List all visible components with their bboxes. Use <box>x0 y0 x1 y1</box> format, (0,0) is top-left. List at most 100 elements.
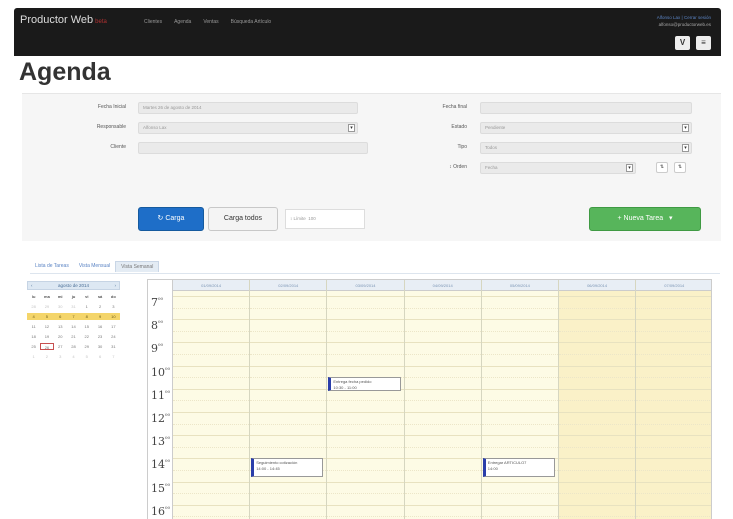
mini-calendar-day[interactable]: 12 <box>40 323 53 330</box>
tab-vista-mensual[interactable]: Vista Mensual <box>74 261 115 272</box>
hour-gridline <box>250 435 327 437</box>
cargar-button[interactable]: ↻ Carga <box>138 207 204 231</box>
limit-field[interactable]: ↕ Límite 100 <box>285 209 365 229</box>
mini-calendar-day[interactable]: 30 <box>93 343 106 350</box>
calendar-event[interactable]: Seguimiento cotización 14:00 - 14:45 <box>251 458 324 477</box>
day-slots[interactable] <box>559 291 636 519</box>
mini-calendar-day[interactable]: 17 <box>107 323 120 330</box>
mini-calendar-day[interactable]: 2 <box>93 303 106 310</box>
mini-calendar-day[interactable]: 29 <box>80 343 93 350</box>
hour-gridline <box>173 388 250 390</box>
mini-calendar-day[interactable]: 31 <box>107 343 120 350</box>
tipo-select[interactable]: Todos ▾ <box>480 142 692 154</box>
nav-item-clientes[interactable]: Clientes <box>144 19 162 25</box>
mini-calendar-day[interactable]: 5 <box>80 353 93 360</box>
tab-lista-tareas[interactable]: Lista de Tareas <box>30 261 74 272</box>
half-hour-gridline <box>636 470 711 471</box>
mini-calendar-day[interactable]: 2 <box>40 353 53 360</box>
user-session-link[interactable]: Alfonso Lax | Cerrar sesión <box>657 14 711 21</box>
fecha-inicial-input[interactable]: Martes 26 de agosto de 2014 <box>138 102 358 114</box>
responsable-select[interactable]: Alfonso Lax ▾ <box>138 122 358 134</box>
day-header: 02/09/2014 <box>250 280 327 291</box>
day-slots[interactable] <box>481 291 558 519</box>
chevron-left-icon[interactable]: ‹ <box>31 283 33 288</box>
nueva-tarea-button[interactable]: + Nueva Tarea ▾ <box>589 207 701 231</box>
day-header: 04/09/2014 <box>404 280 481 291</box>
half-hour-gridline <box>250 493 327 495</box>
cliente-input[interactable] <box>138 142 368 154</box>
day-slots[interactable] <box>636 291 711 519</box>
mini-calendar-day[interactable]: 26 <box>40 343 54 350</box>
mini-calendar-day[interactable]: 6 <box>93 353 106 360</box>
mini-calendar-day[interactable]: 19 <box>40 333 53 340</box>
half-hour-gridline <box>636 354 711 355</box>
orden-select[interactable]: Fecha ▾ <box>480 162 636 174</box>
mini-calendar-day[interactable]: 11 <box>27 323 40 330</box>
mini-calendar-day[interactable]: 3 <box>107 303 120 310</box>
brand-logo[interactable]: Productor Web beta <box>20 14 107 26</box>
mini-calendar-day[interactable]: 9 <box>93 313 107 320</box>
hour-gridline <box>327 412 404 413</box>
mini-calendar-day[interactable]: 1 <box>80 303 93 310</box>
calendar-event[interactable]: Entregar ARTICULO7 14:00 <box>482 458 555 477</box>
half-hour-gridline <box>327 354 404 355</box>
mini-calendar-day[interactable]: 30 <box>54 303 67 310</box>
half-hour-gridline <box>636 400 711 402</box>
chevron-down-icon: ▾ <box>348 124 355 132</box>
hour-label: 1000 <box>151 365 171 379</box>
mini-calendar-day[interactable]: 20 <box>54 333 67 340</box>
tab-vista-semanal[interactable]: Vista Semanal <box>115 261 160 272</box>
mini-calendar-day[interactable]: 1 <box>27 353 40 360</box>
mini-calendar-day[interactable]: 21 <box>67 333 80 340</box>
hour-gridline <box>404 296 481 297</box>
mini-calendar-day[interactable]: 14 <box>67 323 80 330</box>
hour-gridline <box>559 458 636 460</box>
menu-icon[interactable]: ≡ <box>696 36 711 50</box>
half-hour-gridline <box>404 446 481 448</box>
mini-calendar-day[interactable]: 27 <box>54 343 67 350</box>
mini-calendar-day[interactable]: 4 <box>27 313 41 320</box>
half-hour-gridline <box>327 400 404 402</box>
half-hour-gridline <box>559 516 636 518</box>
day-slots[interactable] <box>327 291 404 519</box>
mini-calendar-day[interactable]: 3 <box>54 353 67 360</box>
mini-calendar-day[interactable]: 28 <box>67 343 80 350</box>
mini-calendar-day[interactable]: 7 <box>107 353 120 360</box>
mini-calendar-day[interactable]: 16 <box>93 323 106 330</box>
mini-calendar-day[interactable]: 25 <box>27 343 40 350</box>
mini-calendar-day[interactable]: 4 <box>67 353 80 360</box>
chevron-right-icon[interactable]: › <box>115 283 117 288</box>
collapse-icon[interactable]: V <box>675 36 690 50</box>
half-hour-gridline <box>481 493 558 495</box>
mini-calendar-day[interactable]: 31 <box>67 303 80 310</box>
mini-calendar-day[interactable]: 8 <box>80 313 94 320</box>
mini-calendar-day[interactable]: 22 <box>80 333 93 340</box>
day-slots[interactable] <box>404 291 481 519</box>
mini-calendar-day[interactable]: 6 <box>53 313 67 320</box>
mini-calendar-day[interactable]: 13 <box>54 323 67 330</box>
sort-desc-button[interactable]: ⇅ <box>674 162 686 173</box>
nav-item-ventas[interactable]: Ventas <box>203 19 218 25</box>
half-hour-gridline <box>481 307 558 309</box>
mini-calendar-day[interactable]: 15 <box>80 323 93 330</box>
estado-select[interactable]: Pendiente ▾ <box>480 122 692 134</box>
day-slots[interactable] <box>250 291 327 519</box>
mini-calendar-day[interactable]: 29 <box>40 303 53 310</box>
mini-calendar-day[interactable]: 24 <box>107 333 120 340</box>
view-tabs: Lista de Tareas Vista Mensual Vista Sema… <box>30 261 160 272</box>
sort-asc-button[interactable]: ⇅ <box>656 162 668 173</box>
hour-gridline <box>250 319 327 321</box>
mini-calendar-day[interactable]: 23 <box>93 333 106 340</box>
mini-calendar-day[interactable]: 7 <box>66 313 81 320</box>
fecha-final-input[interactable] <box>480 102 692 114</box>
mini-calendar-day[interactable]: 10 <box>106 313 120 320</box>
mini-calendar-day[interactable]: 5 <box>40 313 54 320</box>
calendar-event[interactable]: Entrega fecha pedido 10:30 - 11:00 <box>328 377 401 391</box>
half-hour-gridline <box>559 446 636 448</box>
nav-item-agenda[interactable]: Agenda <box>174 19 191 25</box>
nav-item-busqueda[interactable]: Búsqueda Artículo <box>231 19 272 25</box>
mini-calendar-day[interactable]: 28 <box>27 303 40 310</box>
cargar-todos-button[interactable]: Carga todos <box>208 207 278 231</box>
mini-calendar-day[interactable]: 18 <box>27 333 40 340</box>
day-slots[interactable] <box>173 291 250 519</box>
